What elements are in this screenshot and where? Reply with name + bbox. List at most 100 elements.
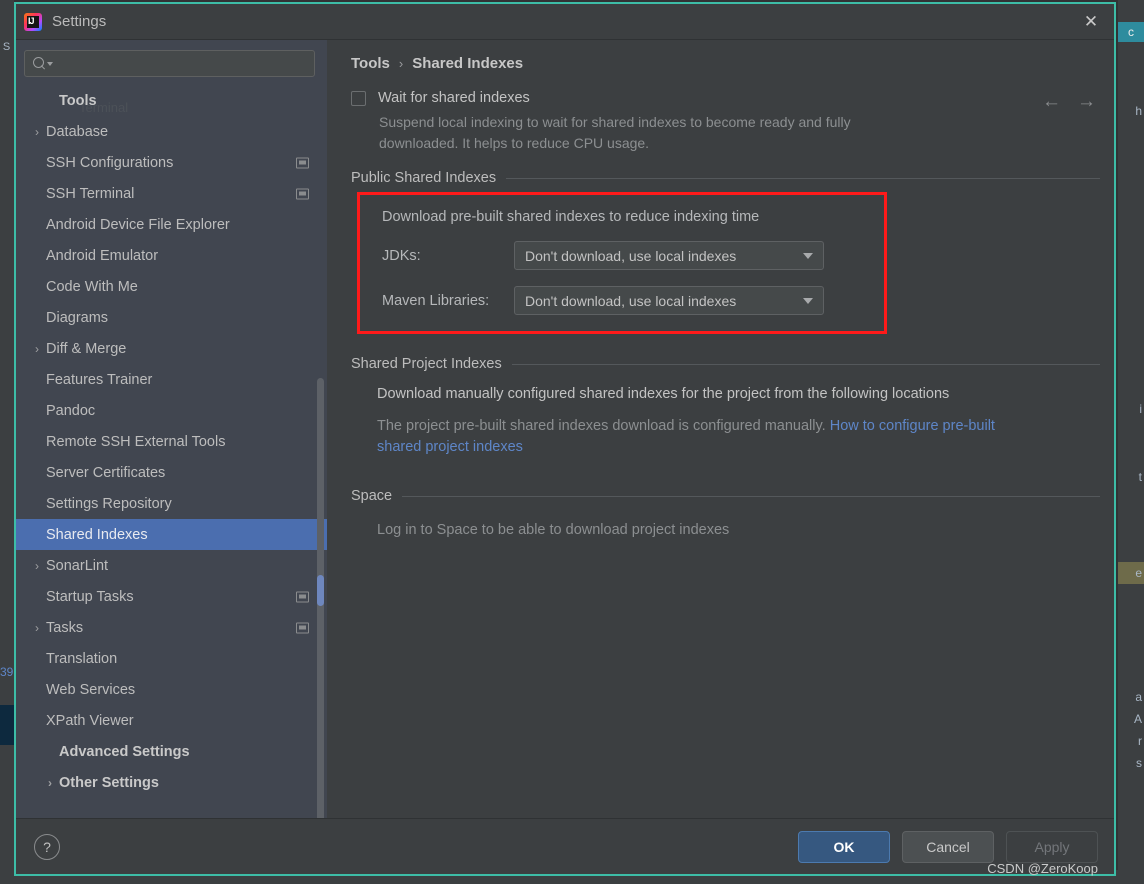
- sidebar-scrollbar[interactable]: [317, 378, 324, 860]
- sidebar-scrollbar-selection-marker: [317, 575, 324, 606]
- sidebar-item-tools[interactable]: Tools: [16, 85, 327, 116]
- chevron-down-icon: [803, 297, 813, 304]
- sidebar-item-label: SSH Configurations: [46, 154, 174, 171]
- sidebar-item-diff-merge[interactable]: › Diff & Merge: [16, 333, 327, 364]
- sidebar-item-label: Remote SSH External Tools: [46, 433, 226, 450]
- sidebar-item-startup-tasks[interactable]: Startup Tasks: [16, 581, 327, 612]
- sidebar-item-android-emulator[interactable]: Android Emulator: [16, 240, 327, 271]
- sidebar-item-label: XPath Viewer: [46, 712, 134, 729]
- footer-buttons: OK Cancel Apply: [798, 830, 1098, 863]
- public-shared-indexes-highlight-box: Download pre-built shared indexes to red…: [357, 192, 887, 334]
- backdrop-fragment: i: [1139, 402, 1142, 416]
- sidebar-item-label: Pandoc: [46, 402, 96, 419]
- sidebar-item-xpath-viewer[interactable]: XPath Viewer: [16, 705, 327, 736]
- sidebar-item-translation[interactable]: Translation: [16, 643, 327, 674]
- settings-dialog: IJ Settings ✕ Terminal Tools › Database SSH…: [14, 2, 1116, 876]
- search-icon: [33, 57, 46, 70]
- chevron-right-icon[interactable]: ›: [30, 125, 44, 139]
- close-icon[interactable]: ✕: [1068, 4, 1114, 39]
- wait-for-shared-indexes-checkbox[interactable]: [351, 90, 366, 106]
- sidebar-item-label: Tasks: [46, 619, 84, 636]
- shared-project-indexes-line2-prefix: The project pre-built shared indexes dow…: [377, 418, 830, 434]
- sidebar-item-label: SonarLint: [46, 557, 109, 574]
- sidebar-item-diagrams[interactable]: Diagrams: [16, 302, 327, 333]
- help-icon[interactable]: ?: [34, 833, 60, 860]
- sidebar-item-label: Database: [46, 123, 109, 140]
- settings-tree: Terminal Tools › Database SSH Configuration…: [16, 83, 327, 818]
- breadcrumb-root[interactable]: Tools: [351, 55, 390, 72]
- cancel-button[interactable]: Cancel: [902, 830, 994, 863]
- shared-project-indexes-section-header: Shared Project Indexes: [351, 356, 1100, 372]
- plugin-badge-icon: [296, 188, 309, 199]
- back-arrow-icon[interactable]: ←: [1042, 92, 1061, 111]
- sidebar-item-shared-indexes[interactable]: Shared Indexes: [16, 519, 327, 550]
- backdrop-fragment: s: [1136, 756, 1142, 770]
- sidebar-item-settings-repository[interactable]: Settings Repository: [16, 488, 327, 519]
- jdks-dropdown[interactable]: Don't download, use local indexes: [514, 241, 824, 270]
- section-divider: [506, 177, 1100, 179]
- forward-arrow-icon[interactable]: →: [1077, 92, 1096, 111]
- maven-libraries-label: Maven Libraries:: [382, 292, 490, 309]
- backdrop-left-tab: S: [2, 41, 11, 53]
- sidebar-item-label: Code With Me: [46, 278, 138, 295]
- breadcrumb-separator-icon: ›: [398, 55, 404, 71]
- backdrop-fragment: r: [1138, 734, 1142, 748]
- chevron-down-icon[interactable]: [47, 61, 53, 66]
- sidebar-item-advanced-settings[interactable]: Advanced Settings: [16, 736, 327, 767]
- watermark: CSDN @ZeroKoop: [987, 861, 1098, 876]
- backdrop-right-strip: [1118, 0, 1144, 884]
- sidebar-item-code-with-me[interactable]: Code With Me: [16, 271, 327, 302]
- chevron-right-icon[interactable]: ›: [30, 342, 44, 356]
- backdrop-left-strip: [0, 0, 14, 884]
- shared-project-indexes-line2: The project pre-built shared indexes dow…: [377, 416, 1037, 458]
- sidebar-item-pandoc[interactable]: Pandoc: [16, 395, 327, 426]
- breadcrumb: Tools › Shared Indexes: [351, 40, 1100, 86]
- space-note: Log in to Space to be able to download p…: [377, 522, 730, 538]
- dialog-footer: ? OK Cancel Apply CSDN @ZeroKoop: [16, 818, 1114, 876]
- backdrop-fragment: a: [1135, 690, 1142, 704]
- sidebar-item-label: Diff & Merge: [46, 340, 127, 357]
- space-title: Space: [351, 488, 393, 504]
- sidebar-item-features-trainer[interactable]: Features Trainer: [16, 364, 327, 395]
- dialog-title-bar: IJ Settings ✕: [16, 4, 1114, 40]
- sidebar-item-android-device-file-explorer[interactable]: Android Device File Explorer: [16, 209, 327, 240]
- sidebar-item-tasks[interactable]: › Tasks: [16, 612, 327, 643]
- chevron-right-icon[interactable]: ›: [43, 776, 57, 790]
- sidebar-item-ssh-configurations[interactable]: SSH Configurations: [16, 147, 327, 178]
- public-shared-indexes-section-header: Public Shared Indexes: [351, 170, 1100, 186]
- sidebar-item-label: Diagrams: [46, 309, 109, 326]
- shared-project-indexes-title: Shared Project Indexes: [351, 356, 502, 372]
- sidebar-item-remote-ssh-external-tools[interactable]: Remote SSH External Tools: [16, 426, 327, 457]
- search-area: [16, 40, 327, 83]
- sidebar-item-database[interactable]: › Database: [16, 116, 327, 147]
- navigation-arrows: ← →: [1042, 92, 1096, 111]
- dialog-title: Settings: [52, 13, 107, 30]
- sidebar-item-other-settings[interactable]: › Other Settings: [16, 767, 327, 798]
- jdks-label: JDKs:: [382, 247, 421, 264]
- sidebar-item-label: Android Emulator: [46, 247, 159, 264]
- intellij-idea-icon: IJ: [24, 12, 42, 31]
- space-section-header: Space: [351, 488, 1100, 504]
- sidebar-item-server-certificates[interactable]: Server Certificates: [16, 457, 327, 488]
- shared-project-indexes-line1: Download manually configured shared inde…: [377, 386, 950, 402]
- backdrop-selection-block: [0, 705, 14, 745]
- public-shared-indexes-title: Public Shared Indexes: [351, 170, 497, 186]
- chevron-right-icon[interactable]: ›: [30, 621, 44, 635]
- jdks-dropdown-value: Don't download, use local indexes: [525, 247, 737, 264]
- section-divider: [511, 363, 1100, 365]
- sidebar-item-label: Translation: [46, 650, 118, 667]
- sidebar-item-label: SSH Terminal: [46, 185, 135, 202]
- ok-button[interactable]: OK: [798, 830, 890, 863]
- backdrop-fragment: t: [1138, 470, 1142, 484]
- search-box[interactable]: [24, 50, 315, 77]
- sidebar-item-web-services[interactable]: Web Services: [16, 674, 327, 705]
- backdrop-fragment: h: [1135, 104, 1142, 118]
- sidebar-item-ssh-terminal[interactable]: SSH Terminal: [16, 178, 327, 209]
- wait-for-shared-indexes-row[interactable]: Wait for shared indexes: [351, 90, 1100, 106]
- search-input[interactable]: [59, 56, 306, 71]
- chevron-right-icon[interactable]: ›: [30, 559, 44, 573]
- sidebar-item-sonarlint[interactable]: › SonarLint: [16, 550, 327, 581]
- backdrop-line-number: 39: [0, 665, 14, 679]
- wait-for-shared-indexes-description: Suspend local indexing to wait for share…: [379, 114, 851, 151]
- maven-libraries-dropdown[interactable]: Don't download, use local indexes: [514, 286, 824, 315]
